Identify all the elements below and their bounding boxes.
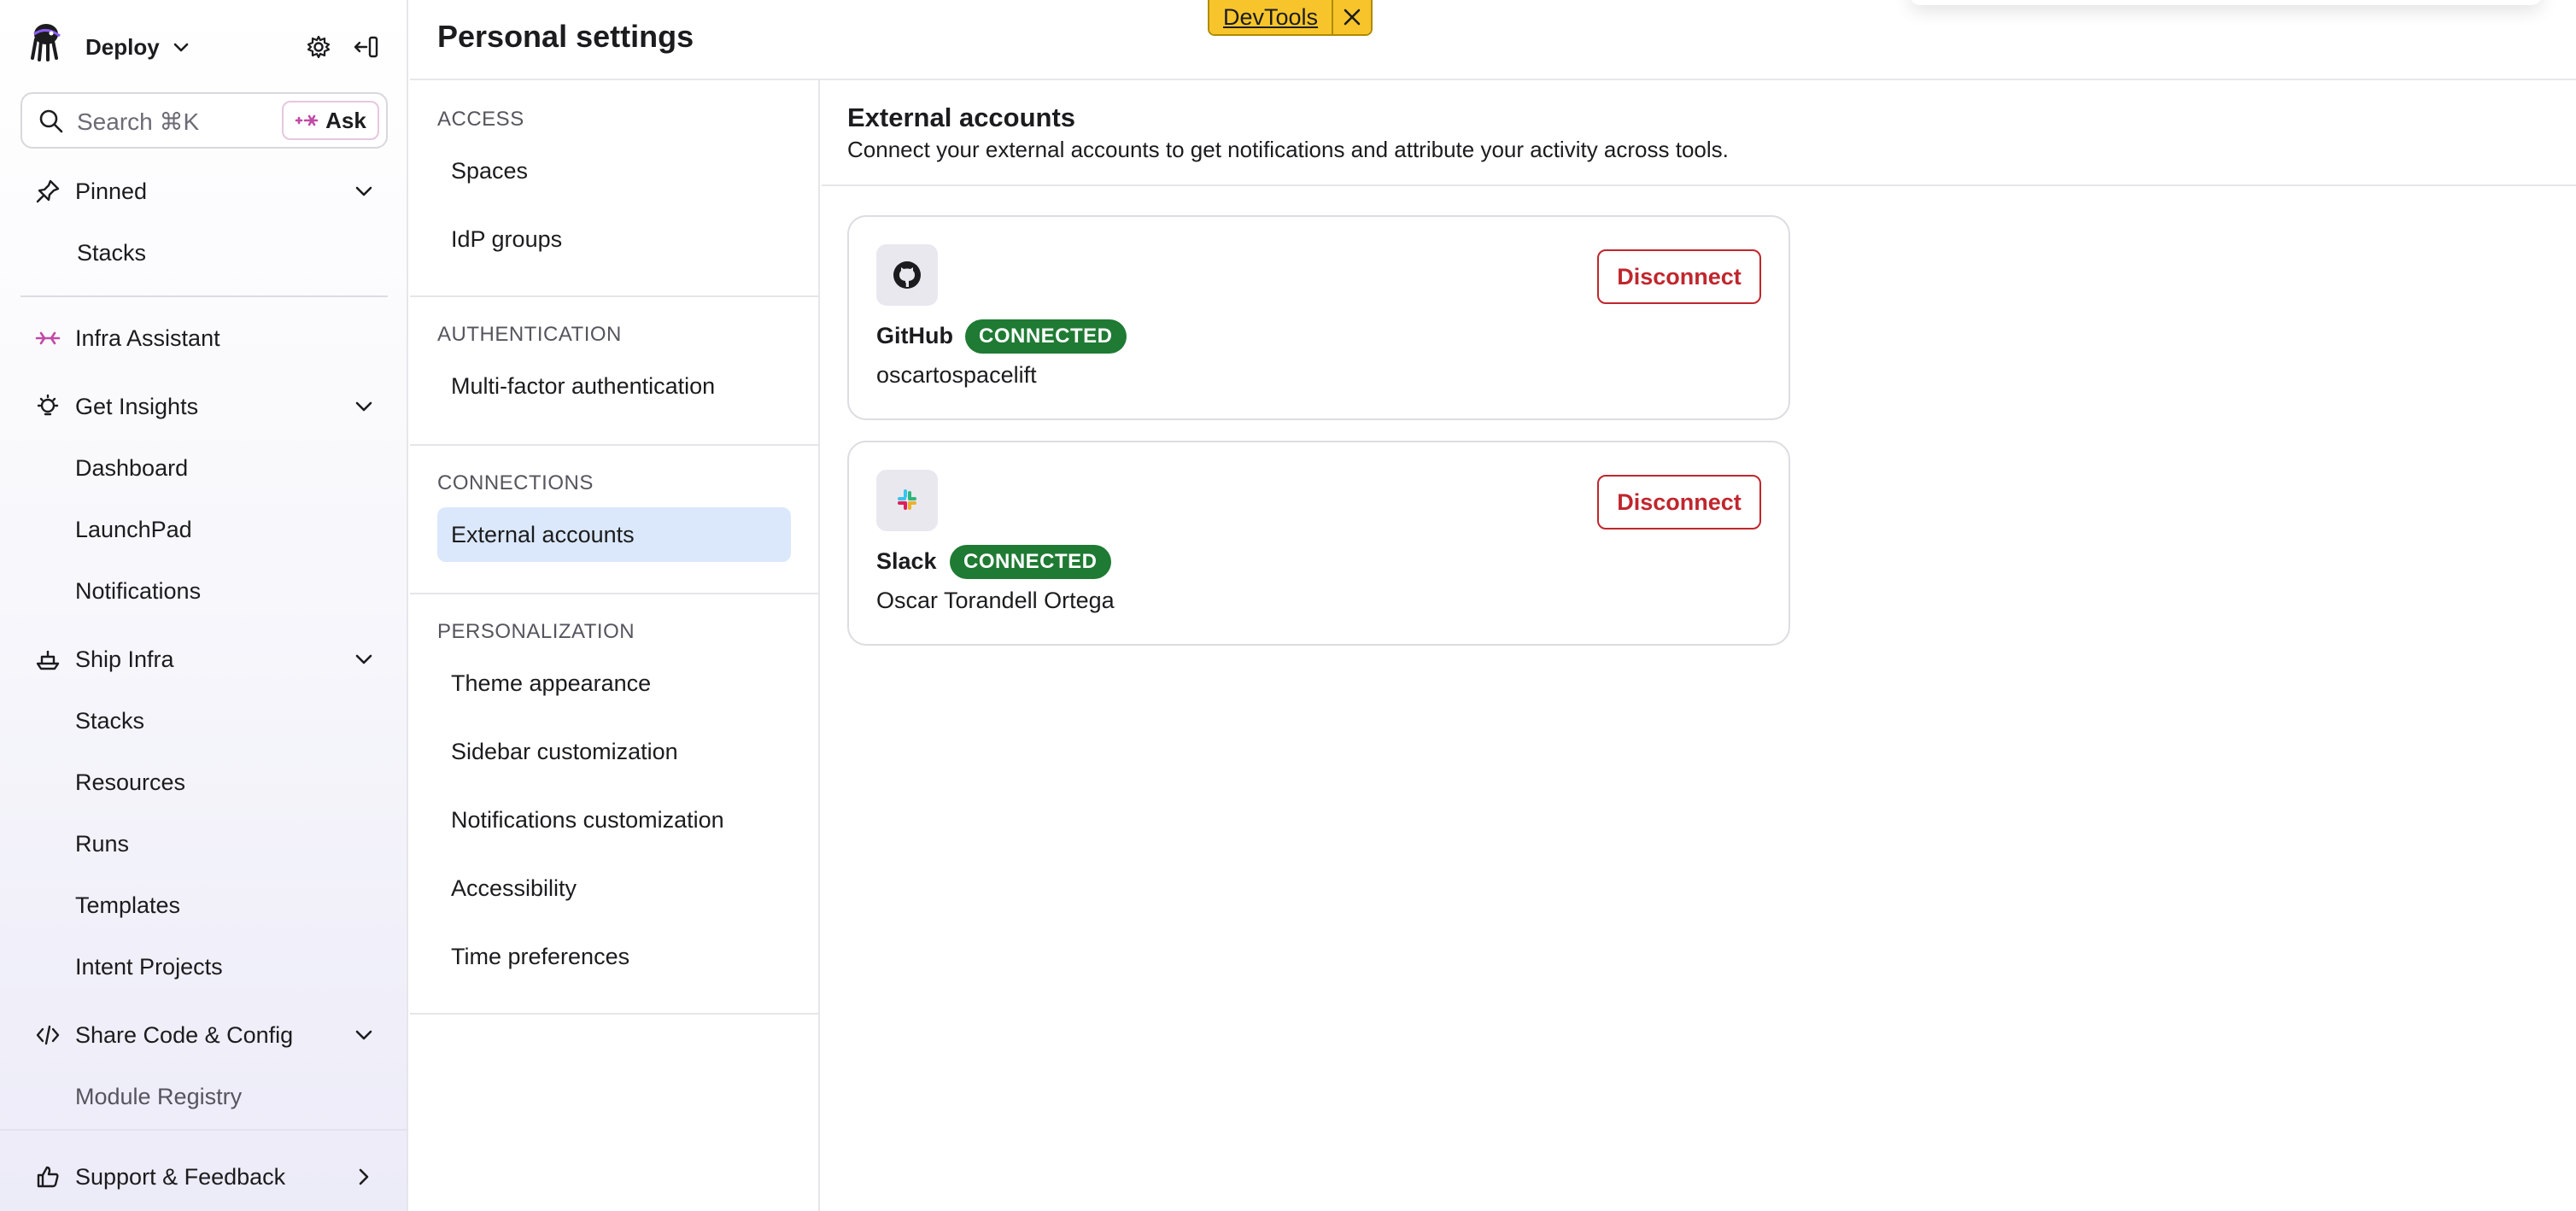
search-icon (39, 109, 63, 133)
chevron-down-icon[interactable] (352, 647, 376, 671)
settings-item-idp-groups[interactable]: IdP groups (437, 212, 791, 266)
thumbs-up-icon (31, 1160, 65, 1194)
sidebar-item-pinned-stacks[interactable]: Stacks (77, 229, 146, 277)
sidebar-item-notifications[interactable]: Notifications (75, 567, 201, 615)
section-heading-access: ACCESS (437, 108, 524, 131)
disconnect-slack-button[interactable]: Disconnect (1597, 475, 1761, 529)
search-placeholder: Search ⌘K (77, 108, 200, 135)
ask-ai-button[interactable]: Ask (282, 101, 379, 140)
code-icon (31, 1018, 65, 1052)
nav-section-label: Ship Infra (75, 646, 174, 672)
content-divider (822, 184, 2576, 186)
collapse-sidebar-icon[interactable] (352, 32, 381, 61)
sidebar-item-stacks[interactable]: Stacks (75, 697, 144, 745)
close-icon[interactable] (1332, 0, 1372, 34)
sparkle-icon (295, 114, 319, 126)
settings-gear-icon[interactable] (304, 32, 333, 61)
sidebar-divider (20, 295, 388, 297)
chevron-down-icon[interactable] (352, 1023, 376, 1047)
chevron-down-icon (173, 43, 188, 52)
section-heading-connections: CONNECTIONS (437, 471, 594, 494)
nav-section-label: Get Insights (75, 393, 199, 419)
account-card-github: GitHub CONNECTED oscartospacelift Discon… (847, 215, 1790, 420)
floating-panel-shadow (1910, 0, 2542, 5)
settings-item-accessibility[interactable]: Accessibility (437, 861, 791, 916)
sidebar-item-infra-assistant[interactable]: Infra Assistant (20, 313, 388, 364)
lightbulb-icon (31, 389, 65, 424)
sidebar-item-dashboard[interactable]: Dashboard (75, 444, 188, 492)
section-heading-authentication: AUTHENTICATION (437, 323, 622, 346)
section-divider (410, 444, 818, 446)
account-username: oscartospacelift (876, 362, 1037, 388)
settings-item-spaces[interactable]: Spaces (437, 143, 791, 198)
sidebar-item-support-feedback[interactable]: Support & Feedback (20, 1151, 388, 1202)
settings-item-theme-appearance[interactable]: Theme appearance (437, 656, 791, 711)
nav-section-pinned[interactable]: Pinned (20, 166, 388, 217)
spacelift-logo-icon[interactable] (27, 22, 67, 61)
settings-item-notifications-customization[interactable]: Notifications customization (437, 793, 791, 847)
slack-icon (876, 470, 938, 531)
sidebar-item-templates[interactable]: Templates (75, 881, 180, 929)
section-description: Connect your external accounts to get no… (847, 137, 1729, 162)
chevron-down-icon[interactable] (352, 395, 376, 418)
github-icon (876, 244, 938, 306)
nav-section-share-code[interactable]: Share Code & Config (20, 1009, 388, 1061)
settings-nav: ACCESS Spaces IdP groups AUTHENTICATION … (410, 80, 820, 1211)
app-name: Slack (876, 548, 937, 574)
sidebar-item-runs[interactable]: Runs (75, 820, 129, 868)
status-badge: CONNECTED (950, 545, 1111, 579)
section-title: External accounts (847, 102, 1076, 132)
status-badge: CONNECTED (965, 319, 1127, 354)
page-title: Personal settings (437, 19, 694, 54)
devtools-link[interactable]: DevTools (1209, 0, 1332, 34)
nav-item-label: Infra Assistant (75, 325, 220, 351)
sidebar-item-launchpad[interactable]: LaunchPad (75, 506, 192, 553)
ask-label: Ask (325, 107, 366, 133)
devtools-tag[interactable]: DevTools (1208, 0, 1373, 36)
settings-item-mfa[interactable]: Multi-factor authentication (437, 359, 791, 413)
chevron-right-icon[interactable] (352, 1165, 376, 1189)
section-divider (410, 1013, 818, 1015)
sidebar-item-module-registry[interactable]: Module Registry (75, 1073, 242, 1120)
nav-section-ship-infra[interactable]: Ship Infra (20, 634, 388, 685)
nav-section-label: Share Code & Config (75, 1021, 294, 1048)
workspace-name: Deploy (85, 33, 160, 60)
account-card-slack: Slack CONNECTED Oscar Torandell Ortega D… (847, 441, 1790, 646)
disconnect-github-button[interactable]: Disconnect (1597, 249, 1761, 304)
section-heading-personalization: PERSONALIZATION (437, 620, 635, 643)
account-username: Oscar Torandell Ortega (876, 588, 1115, 613)
app-name: GitHub (876, 323, 953, 348)
ship-icon (31, 642, 65, 676)
section-divider (410, 295, 818, 297)
sidebar-item-resources[interactable]: Resources (75, 758, 185, 806)
workspace-switcher[interactable]: Deploy (85, 31, 190, 63)
main-sidebar: Deploy Search ⌘K Ask Pinned Stacks Infra… (0, 0, 408, 1211)
section-divider (410, 593, 818, 594)
chevron-down-icon[interactable] (352, 179, 376, 203)
sparkle-icon (31, 321, 65, 355)
nav-item-label: Support & Feedback (75, 1163, 286, 1190)
nav-section-label: Pinned (75, 178, 148, 204)
settings-item-external-accounts[interactable]: External accounts (437, 507, 791, 562)
settings-item-time-preferences[interactable]: Time preferences (437, 929, 791, 984)
search-input[interactable]: Search ⌘K Ask (20, 92, 388, 149)
sidebar-footer-divider (0, 1129, 408, 1131)
pin-icon (31, 174, 65, 208)
sidebar-item-intent-projects[interactable]: Intent Projects (75, 943, 223, 991)
nav-section-get-insights[interactable]: Get Insights (20, 381, 388, 432)
sidebar-header: Deploy (0, 0, 408, 85)
settings-item-sidebar-customization[interactable]: Sidebar customization (437, 724, 791, 779)
